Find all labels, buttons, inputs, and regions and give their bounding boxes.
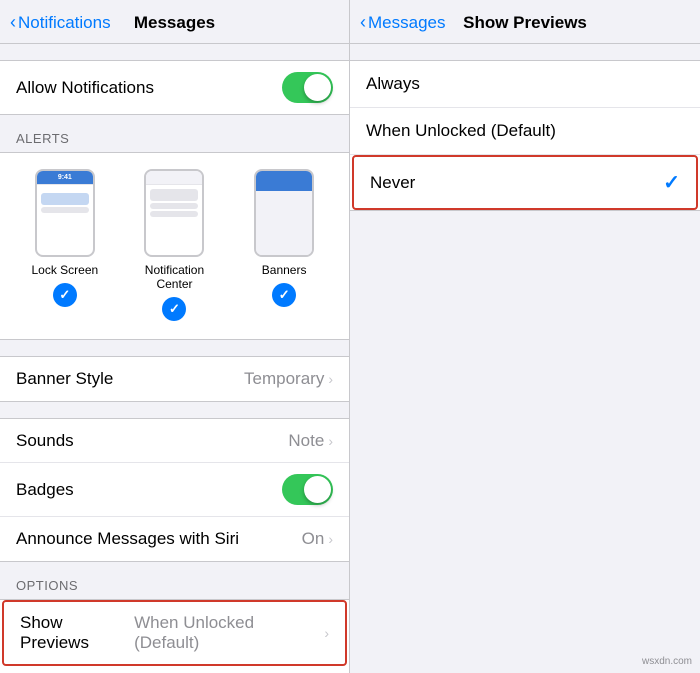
when-unlocked-option-row[interactable]: When Unlocked (Default) bbox=[350, 108, 700, 155]
right-back-label: Messages bbox=[368, 13, 445, 33]
show-previews-options-group: Always When Unlocked (Default) Never ✓ bbox=[350, 60, 700, 211]
badges-row[interactable]: Badges bbox=[0, 463, 349, 517]
options-group: Show Previews When Unlocked (Default) › … bbox=[0, 599, 349, 673]
lock-screen-check[interactable] bbox=[53, 283, 77, 307]
notif-center-bar3 bbox=[150, 211, 198, 217]
sounds-chevron-icon: › bbox=[328, 433, 333, 449]
badges-label: Badges bbox=[16, 480, 74, 500]
notification-center-label: Notification Center bbox=[129, 263, 219, 291]
show-previews-value: When Unlocked (Default) bbox=[134, 613, 320, 653]
allow-notifications-group: Allow Notifications bbox=[0, 60, 349, 115]
left-panel: ‹ Notifications Messages Allow Notificat… bbox=[0, 0, 350, 673]
never-checkmark-icon: ✓ bbox=[663, 170, 680, 195]
show-previews-label: Show Previews bbox=[20, 613, 134, 653]
banners-mockup bbox=[254, 169, 314, 257]
announce-label: Announce Messages with Siri bbox=[16, 529, 239, 549]
notif-center-bar2 bbox=[150, 203, 198, 209]
right-back-chevron-icon: ‹ bbox=[360, 12, 366, 33]
show-previews-value-container: When Unlocked (Default) › bbox=[134, 613, 329, 653]
messages-back-button[interactable]: ‹ Messages bbox=[360, 12, 445, 33]
when-unlocked-option-label: When Unlocked (Default) bbox=[366, 121, 556, 141]
notifications-back-button[interactable]: ‹ Notifications bbox=[10, 12, 111, 33]
back-label: Notifications bbox=[18, 13, 111, 33]
announce-value-container: On › bbox=[302, 529, 333, 549]
right-panel: ‹ Messages Show Previews Always When Unl… bbox=[350, 0, 700, 673]
watermark: wsxdn.com bbox=[642, 656, 692, 667]
lockscreen-notif-bar bbox=[41, 193, 89, 205]
lock-screen-mockup: 9:41 bbox=[35, 169, 95, 257]
notification-center-mockup bbox=[144, 169, 204, 257]
banners-check[interactable] bbox=[272, 283, 296, 307]
banners-label: Banners bbox=[262, 263, 307, 277]
alerts-icons-container: 9:41 Lock Screen Notification C bbox=[10, 169, 339, 321]
show-previews-row[interactable]: Show Previews When Unlocked (Default) › bbox=[2, 600, 347, 666]
left-nav-bar: ‹ Notifications Messages bbox=[0, 0, 349, 44]
back-chevron-icon: ‹ bbox=[10, 12, 16, 33]
banner-style-chevron-icon: › bbox=[328, 371, 333, 387]
right-scroll-content: Always When Unlocked (Default) Never ✓ bbox=[350, 44, 700, 673]
left-nav-title: Messages bbox=[134, 13, 215, 33]
announce-chevron-icon: › bbox=[328, 531, 333, 547]
notif-center-bar1 bbox=[150, 189, 198, 201]
allow-notifications-row[interactable]: Allow Notifications bbox=[0, 61, 349, 114]
notification-grouping-row[interactable]: Notification Grouping Automatic › bbox=[0, 666, 349, 673]
banners-alert-item[interactable]: Banners bbox=[239, 169, 329, 321]
right-nav-bar: ‹ Messages Show Previews bbox=[350, 0, 700, 44]
options-section-header: OPTIONS bbox=[0, 562, 349, 599]
sounds-value-container: Note › bbox=[288, 431, 333, 451]
announce-value: On bbox=[302, 529, 325, 549]
lock-screen-label: Lock Screen bbox=[31, 263, 98, 277]
banner-strip bbox=[256, 171, 312, 191]
allow-notifications-toggle[interactable] bbox=[282, 72, 333, 103]
sounds-row[interactable]: Sounds Note › bbox=[0, 419, 349, 463]
banner-style-value-container: Temporary › bbox=[244, 369, 333, 389]
sounds-label: Sounds bbox=[16, 431, 74, 451]
lockscreen-notif-content bbox=[41, 207, 89, 213]
sounds-group: Sounds Note › Badges Announce Messages w… bbox=[0, 418, 349, 562]
sounds-value: Note bbox=[288, 431, 324, 451]
banner-body bbox=[256, 191, 312, 255]
always-option-label: Always bbox=[366, 74, 420, 94]
notification-center-alert-item[interactable]: Notification Center bbox=[129, 169, 219, 321]
allow-notifications-label: Allow Notifications bbox=[16, 78, 154, 98]
never-option-row[interactable]: Never ✓ bbox=[352, 155, 698, 210]
announce-row[interactable]: Announce Messages with Siri On › bbox=[0, 517, 349, 561]
banner-style-label: Banner Style bbox=[16, 369, 113, 389]
left-scroll-content: Allow Notifications ALERTS 9:41 Lock Scr… bbox=[0, 44, 349, 673]
banner-style-group: Banner Style Temporary › bbox=[0, 356, 349, 402]
never-option-label: Never bbox=[370, 173, 415, 193]
banner-style-row[interactable]: Banner Style Temporary › bbox=[0, 357, 349, 401]
banner-style-value: Temporary bbox=[244, 369, 324, 389]
badges-toggle[interactable] bbox=[282, 474, 333, 505]
right-nav-title: Show Previews bbox=[463, 13, 587, 33]
always-option-row[interactable]: Always bbox=[350, 61, 700, 108]
lock-screen-alert-item[interactable]: 9:41 Lock Screen bbox=[20, 169, 110, 321]
show-previews-chevron-icon: › bbox=[324, 625, 329, 641]
lockscreen-status-bar: 9:41 bbox=[37, 171, 93, 185]
notification-center-check[interactable] bbox=[162, 297, 186, 321]
alerts-icons-group: 9:41 Lock Screen Notification C bbox=[0, 152, 349, 340]
alerts-section-header: ALERTS bbox=[0, 115, 349, 152]
notif-center-status-bar bbox=[146, 171, 202, 185]
